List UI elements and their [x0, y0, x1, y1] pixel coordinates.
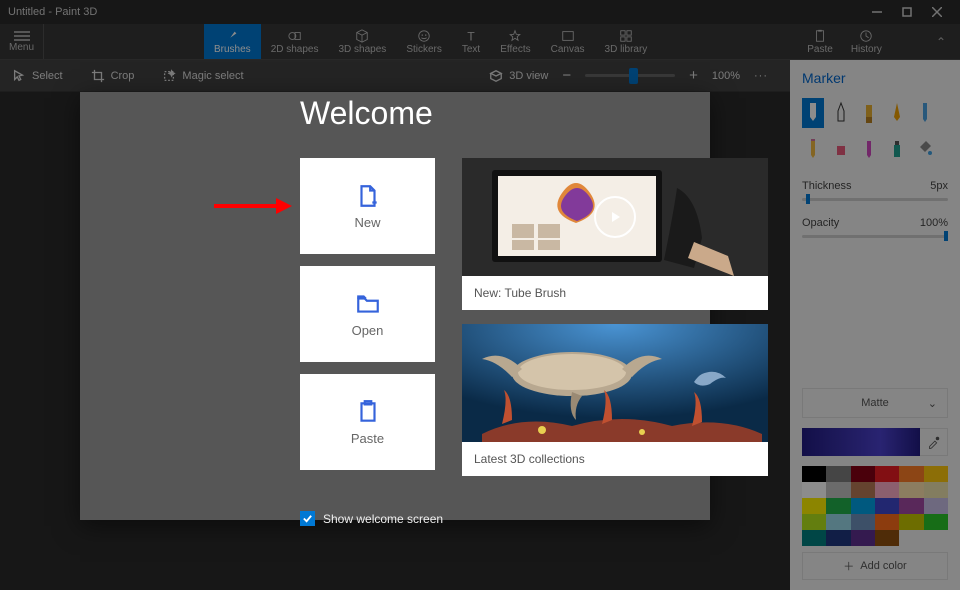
card2-caption: Latest 3D collections [462, 442, 768, 476]
checkbox-checked-icon [300, 511, 315, 526]
new-label: New [354, 215, 380, 230]
new-tile[interactable]: New [300, 158, 435, 254]
tutorial-card[interactable]: New: Tube Brush [462, 158, 768, 310]
open-folder-icon [355, 291, 381, 317]
clipboard-icon [355, 399, 381, 425]
paste-label: Paste [351, 431, 384, 446]
collections-thumbnail [462, 324, 768, 442]
card1-caption: New: Tube Brush [462, 276, 768, 310]
open-tile[interactable]: Open [300, 266, 435, 362]
welcome-title: Welcome [300, 95, 433, 132]
show-welcome-label: Show welcome screen [323, 512, 443, 526]
paste-tile[interactable]: Paste [300, 374, 435, 470]
show-welcome-checkbox[interactable]: Show welcome screen [300, 511, 443, 526]
open-label: Open [352, 323, 384, 338]
new-file-icon [355, 183, 381, 209]
play-icon [594, 196, 636, 238]
collections-card[interactable]: Latest 3D collections [462, 324, 768, 476]
